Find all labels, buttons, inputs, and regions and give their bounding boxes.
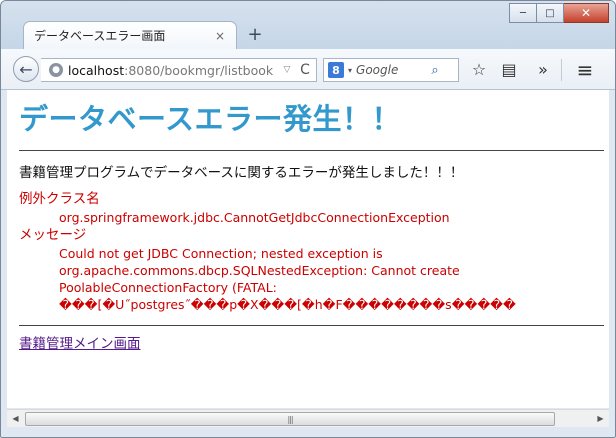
back-arrow-icon: ← xyxy=(19,59,33,79)
site-identity-icon[interactable]: ● xyxy=(49,63,63,77)
search-engine-icon[interactable]: 8 xyxy=(328,62,344,78)
message-line: ���[�U˝postgres˝���p�X���[�h�F��������s�… xyxy=(59,297,516,312)
url-path: :8080/bookmgr/listbook xyxy=(124,62,274,78)
scrollbar-grip-icon: ||| xyxy=(287,414,293,424)
back-button[interactable]: ← xyxy=(13,56,39,82)
scroll-left-icon[interactable]: ◀ xyxy=(7,410,24,427)
tab-active[interactable]: データベースエラー画面 × xyxy=(23,21,237,49)
page-content: データベースエラー発生！！ 書籍管理プログラムでデータベースに関するエラーが発生… xyxy=(7,90,609,408)
search-input[interactable] xyxy=(356,63,427,77)
reading-list-icon[interactable]: ▤ xyxy=(499,60,519,80)
bookmark-star-icon[interactable]: ☆ xyxy=(469,60,489,80)
browser-window: ─ □ ✕ データベースエラー画面 × + ← ● localhost:8080… xyxy=(0,0,616,438)
reload-icon[interactable]: C xyxy=(294,62,316,78)
tab-close-icon[interactable]: × xyxy=(212,29,228,43)
maximize-button[interactable]: □ xyxy=(537,3,564,23)
address-bar[interactable]: ● localhost:8080/bookmgr/listbook ▽ C xyxy=(41,58,317,82)
url-history-dropdown-icon[interactable]: ▽ xyxy=(280,65,294,75)
page-heading: データベースエラー発生！！ xyxy=(19,102,402,136)
scrollbar-thumb[interactable]: ||| xyxy=(25,412,555,426)
navigation-toolbar: ← ● localhost:8080/bookmgr/listbook ▽ C … xyxy=(1,49,615,90)
minimize-button[interactable]: ─ xyxy=(509,3,537,23)
search-bar: 8 ▾ ⌕ xyxy=(323,58,459,82)
message-label: メッセージ xyxy=(19,227,87,243)
toolbar-divider xyxy=(561,59,562,81)
main-screen-link[interactable]: 書籍管理メイン画面 xyxy=(19,336,141,352)
error-page: データベースエラー発生！！ 書籍管理プログラムでデータベースに関するエラーが発生… xyxy=(19,90,609,352)
search-icon[interactable]: ⌕ xyxy=(426,63,444,78)
url-host: localhost xyxy=(68,62,125,78)
horizontal-scrollbar[interactable]: ◀ ||| ▶ xyxy=(7,409,609,427)
message-line: PoolableConnectionFactory (FATAL: xyxy=(59,280,277,295)
window-controls: ─ □ ✕ xyxy=(509,3,609,23)
title-bar: ─ □ ✕ データベースエラー画面 × + xyxy=(1,1,615,49)
scroll-right-icon[interactable]: ▶ xyxy=(592,410,609,427)
overflow-chevron-icon[interactable]: » xyxy=(533,60,553,80)
message-line: Could not get JDBC Connection; nested ex… xyxy=(59,246,383,261)
close-window-button[interactable]: ✕ xyxy=(564,3,609,23)
url-text[interactable]: localhost:8080/bookmgr/listbook xyxy=(68,63,280,78)
exception-class-label: 例外クラス名 xyxy=(19,191,100,207)
error-message: 書籍管理プログラムでデータベースに関するエラーが発生しました！！！ xyxy=(19,165,464,181)
search-engine-dropdown-icon[interactable]: ▾ xyxy=(348,66,352,75)
menu-icon[interactable]: ≡ xyxy=(575,60,595,80)
tab-title: データベースエラー画面 xyxy=(34,29,166,43)
new-tab-button[interactable]: + xyxy=(245,25,265,45)
exception-class-value: org.springframework.jdbc.CannotGetJdbcCo… xyxy=(59,210,450,225)
message-line: org.apache.commons.dbcp.SQLNestedExcepti… xyxy=(59,263,460,278)
top-divider xyxy=(19,150,604,151)
